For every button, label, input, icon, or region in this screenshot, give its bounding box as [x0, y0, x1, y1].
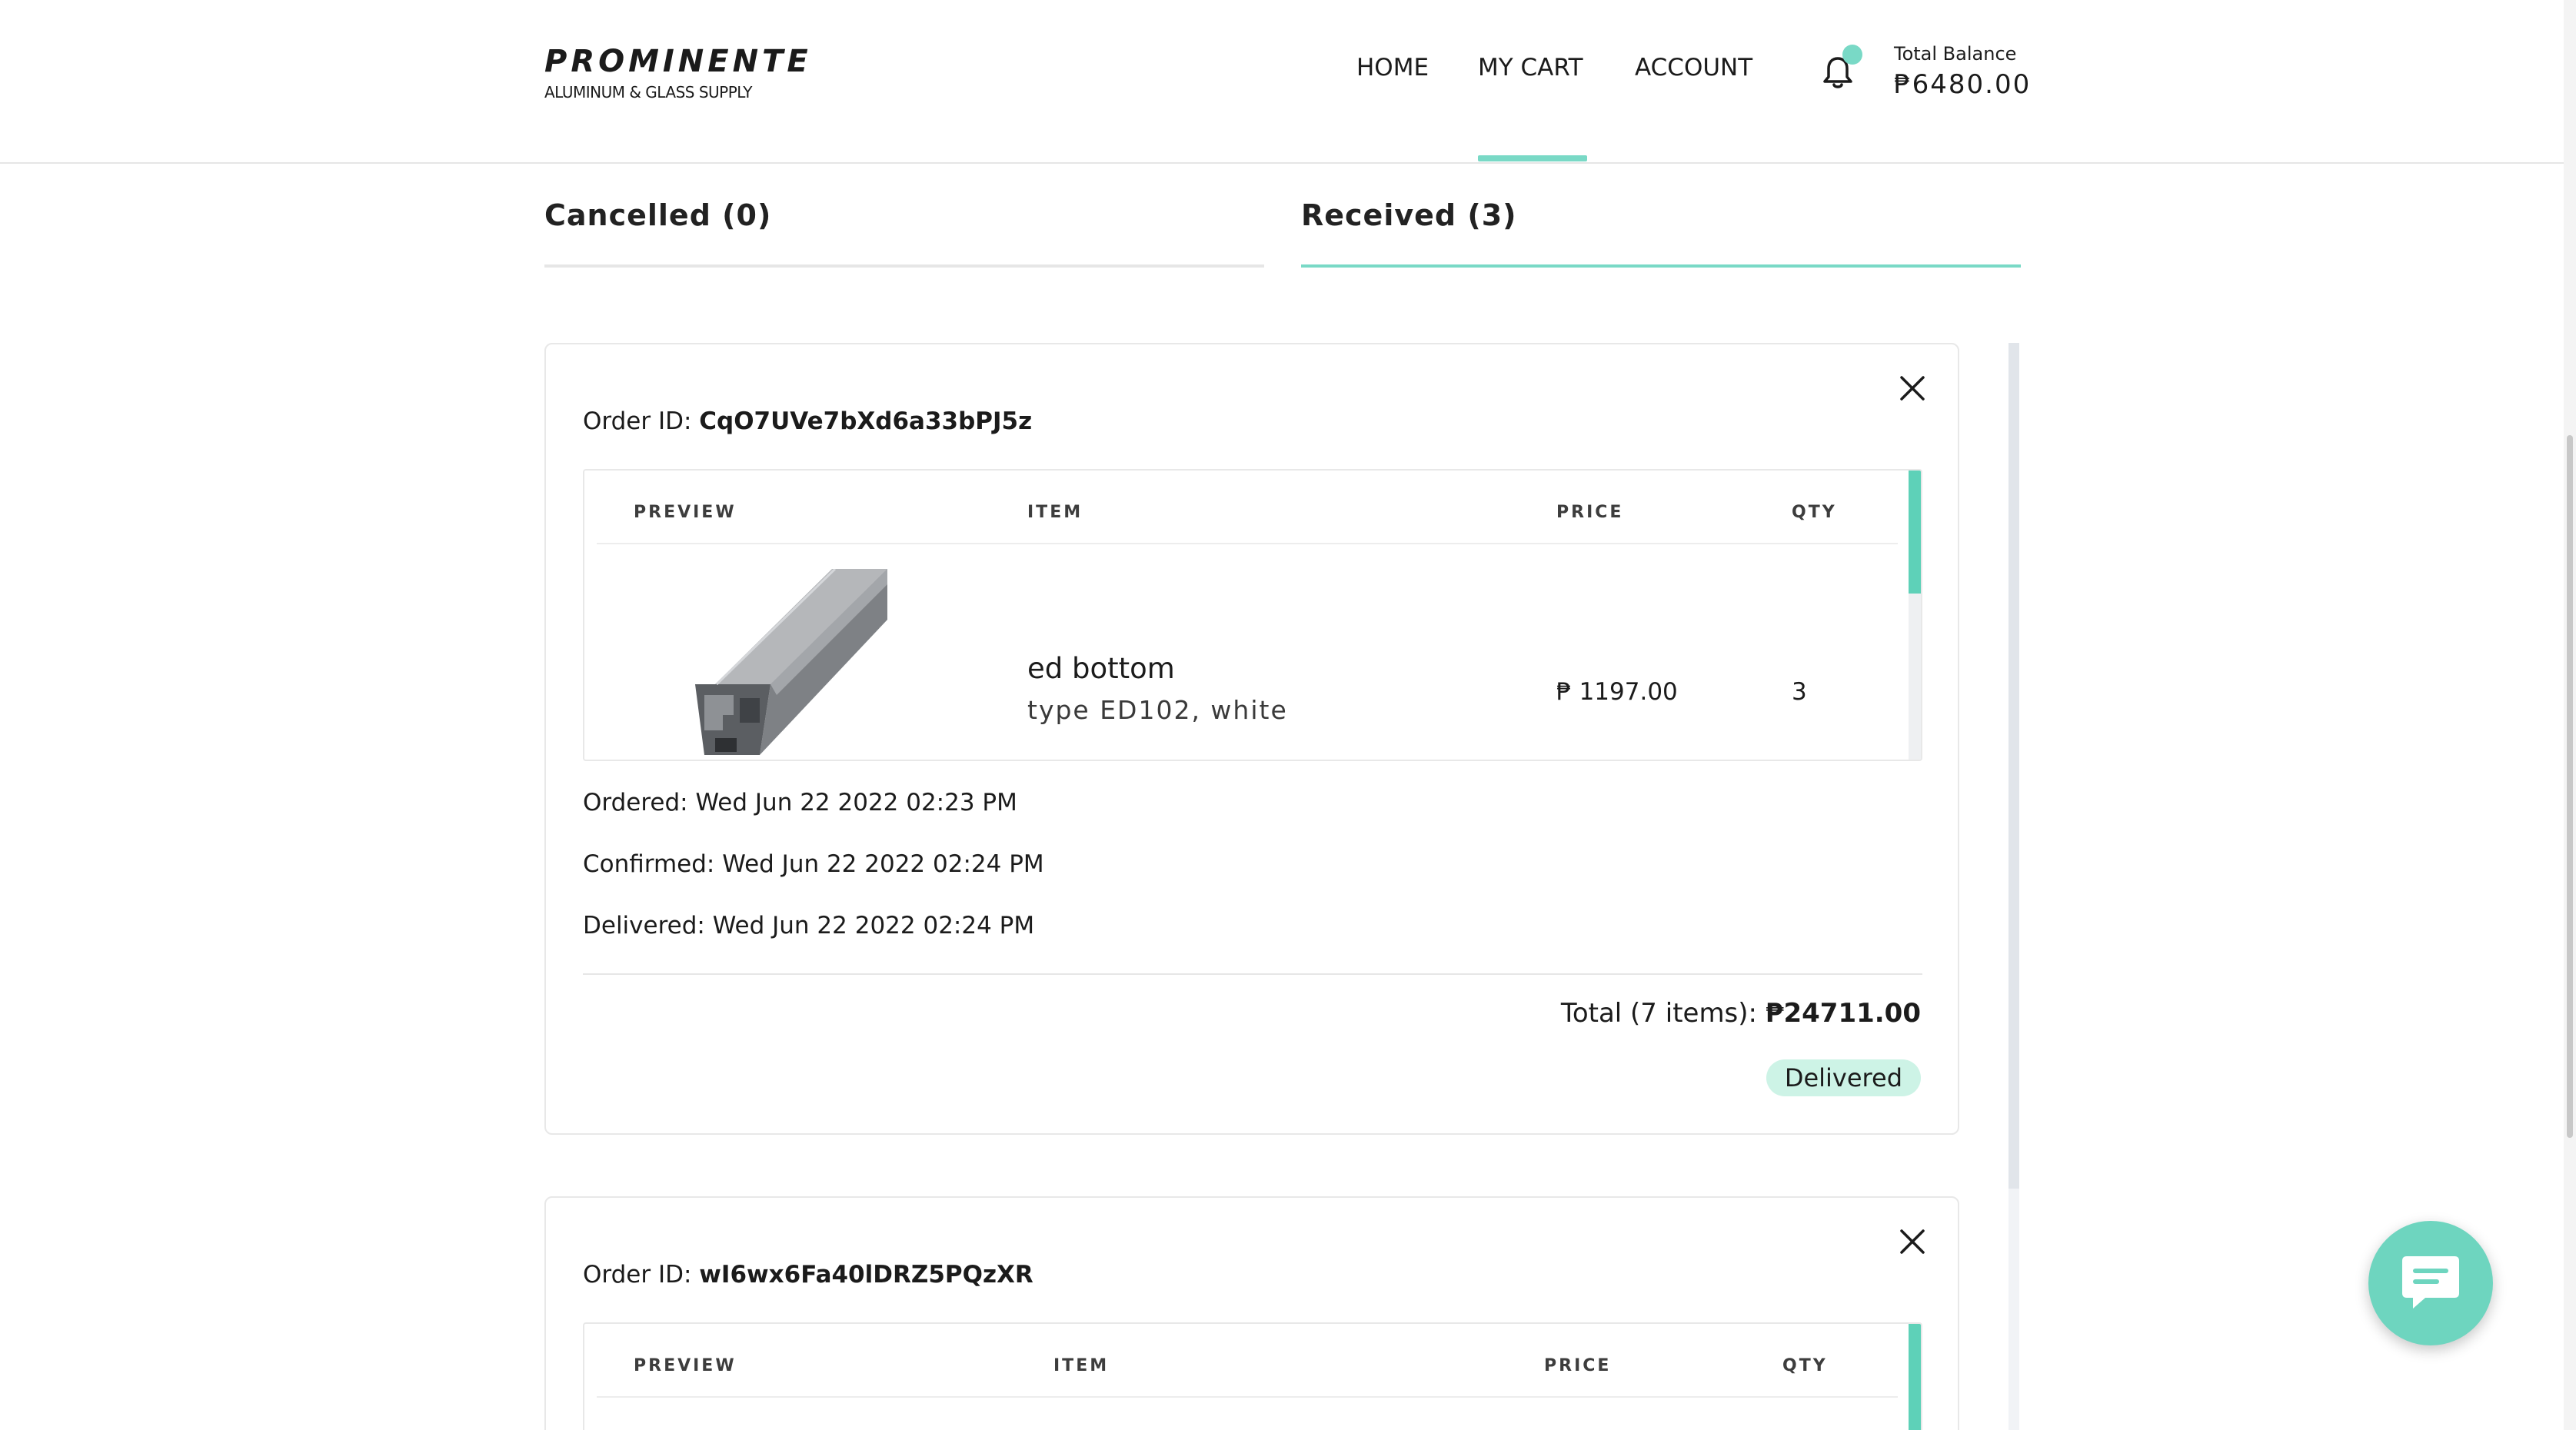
column-header-qty: QTY	[1792, 503, 1837, 522]
order-id-label: Order ID:	[583, 1261, 700, 1289]
orders-scrollbar-thumb[interactable]	[2009, 343, 2019, 1189]
balance-label: Total Balance	[1894, 43, 2017, 65]
column-header-preview: PREVIEW	[634, 1356, 737, 1375]
order-card: Order ID: wI6wx6Fa40lDRZ5PQzXR PREVIEW I…	[544, 1196, 1959, 1430]
order-divider	[583, 973, 1922, 975]
order-id: Order ID: wI6wx6Fa40lDRZ5PQzXR	[583, 1261, 1033, 1289]
top-header: PROMINENTE ALUMINUM & GLASS SUPPLY HOME …	[0, 0, 2564, 164]
table-header-divider	[597, 543, 1898, 544]
order-total-value: ₱24711.00	[1765, 998, 1921, 1029]
table-scrollbar-thumb[interactable]	[1909, 1324, 1921, 1430]
order-id-value: wI6wx6Fa40lDRZ5PQzXR	[699, 1261, 1033, 1289]
page-scrollbar-thumb[interactable]	[2567, 435, 2573, 1138]
close-icon[interactable]	[1898, 1227, 1927, 1256]
nav-active-indicator	[1478, 155, 1587, 161]
order-items-table: PREVIEW ITEM PRICE QTY ed bottom type ED…	[583, 469, 1922, 761]
chat-bubble-icon	[2402, 1256, 2459, 1309]
brand-name: PROMINENTE	[544, 44, 812, 79]
order-id-value: CqO7UVe7bXd6a33bPJ5z	[699, 407, 1033, 435]
order-id: Order ID: CqO7UVe7bXd6a33bPJ5z	[583, 407, 1032, 435]
brand-logo[interactable]: PROMINENTE ALUMINUM & GLASS SUPPLY	[544, 43, 812, 101]
column-header-price: PRICE	[1544, 1356, 1612, 1375]
order-id-label: Order ID:	[583, 407, 700, 435]
brand-tagline: ALUMINUM & GLASS SUPPLY	[544, 83, 752, 101]
ordered-date: Ordered: Wed Jun 22 2022 02:23 PM	[583, 789, 1017, 816]
close-icon[interactable]	[1898, 374, 1927, 403]
tab-received[interactable]: Received (3)	[1301, 198, 1517, 232]
column-header-qty: QTY	[1782, 1356, 1828, 1375]
nav-account[interactable]: ACCOUNT	[1635, 54, 1752, 81]
order-total-label: Total (7 items):	[1560, 998, 1766, 1029]
confirmed-date: Confirmed: Wed Jun 22 2022 02:24 PM	[583, 850, 1044, 878]
item-description: type ED102, white	[1027, 695, 1288, 725]
item-price: ₱ 1197.00	[1556, 678, 1678, 706]
table-header-divider	[597, 1396, 1898, 1398]
order-items-table: PREVIEW ITEM PRICE QTY	[583, 1322, 1922, 1430]
column-header-item: ITEM	[1027, 503, 1083, 522]
nav-my-cart[interactable]: MY CART	[1478, 54, 1583, 81]
order-card: Order ID: CqO7UVe7bXd6a33bPJ5z PREVIEW I…	[544, 343, 1959, 1135]
column-header-price: PRICE	[1556, 503, 1624, 522]
item-qty: 3	[1792, 678, 1807, 706]
aluminum-profile-image	[695, 569, 887, 755]
table-scrollbar-thumb[interactable]	[1909, 471, 1921, 594]
item-name: ed bottom	[1027, 652, 1175, 685]
chat-button[interactable]	[2368, 1221, 2493, 1345]
tab-cancelled-underline	[544, 264, 1264, 268]
status-badge: Delivered	[1766, 1059, 1921, 1096]
tab-cancelled[interactable]: Cancelled (0)	[544, 198, 771, 232]
balance-value: ₱6480.00	[1894, 69, 2032, 100]
order-total: Total (7 items): ₱24711.00	[1561, 998, 1921, 1029]
delivered-date: Delivered: Wed Jun 22 2022 02:24 PM	[583, 912, 1035, 939]
notification-dot	[1842, 45, 1862, 65]
column-header-item: ITEM	[1053, 1356, 1110, 1375]
column-header-preview: PREVIEW	[634, 503, 737, 522]
tab-received-underline	[1301, 264, 2021, 268]
nav-home[interactable]: HOME	[1356, 54, 1429, 81]
